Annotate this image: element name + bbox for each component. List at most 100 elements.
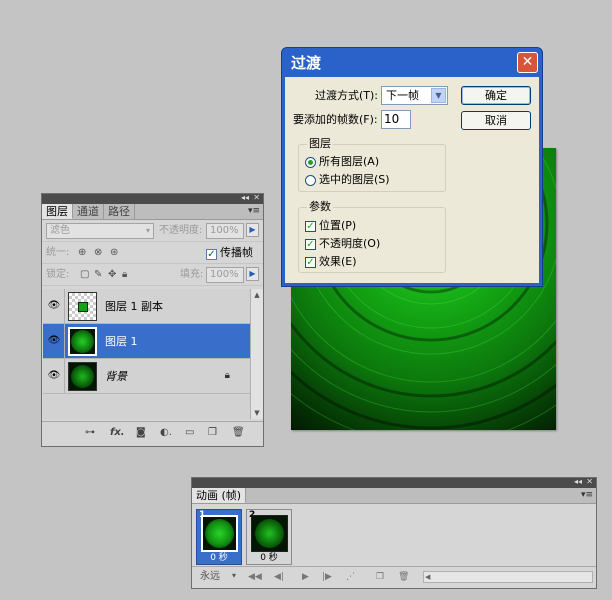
layers-group-title: 图层 <box>307 137 333 151</box>
trash-icon[interactable]: 🗑︎ <box>232 427 245 439</box>
collapse-icon[interactable]: ◂◂ <box>574 477 582 487</box>
dialog-body: 过渡方式(T): 下一帧 ▼ 要添加的帧数(F): 10 确定 取消 图层 所有… <box>285 77 539 283</box>
lock-label: 锁定: <box>46 269 70 280</box>
group-icon[interactable]: ▭ <box>185 427 194 439</box>
panel-title-strip: ◂◂ ✕ <box>42 193 263 204</box>
fill-slider-arrow-icon[interactable]: ▶ <box>246 267 259 281</box>
prev-frame-icon[interactable]: ◀| <box>274 571 284 583</box>
all-layers-label: 所有图层(A) <box>319 155 380 168</box>
duplicate-frame-icon[interactable]: ❐ <box>376 571 384 583</box>
trash-icon[interactable]: 🗑︎ <box>398 571 409 583</box>
cancel-button[interactable]: 取消 <box>461 111 531 130</box>
close-panel-icon[interactable]: ✕ <box>586 477 593 487</box>
position-label: 位置(P) <box>319 219 357 232</box>
loop-select[interactable]: 永远 <box>200 567 220 587</box>
frame-item[interactable]: 2 0 秒 <box>246 509 292 565</box>
position-checkbox[interactable]: ✓ 位置(P) <box>305 219 356 233</box>
unify-visibility-icon[interactable]: ⊗ <box>94 242 102 264</box>
layer-name[interactable]: 背景 <box>105 359 127 394</box>
lock-transparency-icon[interactable]: ▢ <box>80 264 89 286</box>
dialog-title-bar[interactable]: 过渡 ✕ <box>282 48 542 76</box>
ok-button[interactable]: 确定 <box>461 86 531 105</box>
layers-footer: ⊶ fx. ◙ ◐. ▭ ❐ 🗑︎ <box>42 421 263 446</box>
layers-list: 👁︎ 图层 1 副本 👁︎ 图层 1 👁︎ 背景 🔒︎ <box>43 289 250 419</box>
first-frame-icon[interactable]: ◀◀ <box>248 571 262 583</box>
close-panel-icon[interactable]: ✕ <box>253 193 260 203</box>
propagate-checkbox[interactable]: ✓ <box>206 247 217 260</box>
unify-label: 统一: <box>46 247 70 258</box>
adjustment-icon[interactable]: ◐. <box>160 427 172 439</box>
lock-paint-icon[interactable]: ✎ <box>94 264 102 286</box>
collapse-icon[interactable]: ◂◂ <box>241 193 249 203</box>
frames-label: 要添加的帧数(F): <box>293 113 378 126</box>
chevron-down-icon: ▾ <box>232 571 237 580</box>
checkmark-icon: ✓ <box>305 238 316 250</box>
all-layers-radio[interactable]: 所有图层(A) <box>305 155 379 169</box>
lock-icon: 🔒︎ <box>224 370 230 381</box>
params-group: 参数 ✓ 位置(P) ✓ 不透明度(O) ✓ 效果(E) <box>298 200 446 273</box>
eye-icon[interactable]: 👁︎ <box>46 370 62 382</box>
next-frame-icon[interactable]: |▶ <box>322 571 332 583</box>
chevron-down-icon: ▾ <box>145 226 150 235</box>
selected-layers-radio[interactable]: 选中的图层(S) <box>305 173 390 187</box>
layer-thumbnail <box>68 362 97 391</box>
layer-row[interactable]: 👁︎ 背景 🔒︎ <box>43 359 250 394</box>
frames-input[interactable]: 10 <box>381 110 411 129</box>
chevron-down-icon: ▼ <box>431 88 446 103</box>
layer-name[interactable]: 图层 1 <box>105 324 138 359</box>
panel-menu-icon[interactable]: ▾≡ <box>581 488 593 503</box>
eye-icon[interactable]: 👁︎ <box>46 335 62 347</box>
layers-scrollbar[interactable]: ▲ ▼ <box>250 289 263 419</box>
layers-panel: ◂◂ ✕ 图层 通道 路径 ▾≡ 滤色 ▾ 不透明度: 100% ▶ 统一: ⊕… <box>41 193 264 447</box>
fill-label: 填充: <box>180 269 204 280</box>
transition-dialog: 过渡 ✕ 过渡方式(T): 下一帧 ▼ 要添加的帧数(F): 10 确定 取消 … <box>281 47 543 287</box>
transition-label: 过渡方式(T): <box>315 89 379 102</box>
scroll-up-icon[interactable]: ▲ <box>251 289 263 301</box>
animation-tab-bar: 动画 (帧) ▾≡ <box>192 488 596 504</box>
dialog-title: 过渡 <box>291 54 322 72</box>
frame-delay[interactable]: 0 秒 <box>247 552 291 564</box>
frame-item-selected[interactable]: 1 0 秒 <box>196 509 242 565</box>
fill-input[interactable]: 100% <box>206 267 244 283</box>
transition-select[interactable]: 下一帧 ▼ <box>381 86 448 105</box>
opacity-checkbox[interactable]: ✓ 不透明度(O) <box>305 237 380 251</box>
transition-value: 下一帧 <box>386 89 419 102</box>
blend-row: 滤色 ▾ 不透明度: 100% ▶ <box>42 220 263 242</box>
radio-icon <box>305 174 316 186</box>
radio-icon <box>305 156 316 168</box>
mask-icon[interactable]: ◙ <box>136 427 146 439</box>
params-group-title: 参数 <box>307 200 333 214</box>
scroll-down-icon[interactable]: ▼ <box>251 407 263 419</box>
layer-row[interactable]: 👁︎ 图层 1 副本 <box>43 289 250 324</box>
close-icon[interactable]: ✕ <box>517 52 538 73</box>
lock-move-icon[interactable]: ✥ <box>108 264 116 286</box>
panel-menu-icon[interactable]: ▾≡ <box>248 204 260 219</box>
effects-checkbox[interactable]: ✓ 效果(E) <box>305 255 357 269</box>
tab-animation[interactable]: 动画 (帧) <box>192 488 247 503</box>
link-icon[interactable]: ⊶ <box>85 427 95 439</box>
blend-mode-select[interactable]: 滤色 ▾ <box>46 223 154 239</box>
tab-paths[interactable]: 路径 <box>104 204 135 219</box>
effects-label: 效果(E) <box>319 255 357 268</box>
tween-icon[interactable]: ⋰ <box>346 571 355 583</box>
checkmark-icon: ✓ <box>305 256 316 268</box>
divider <box>64 324 65 358</box>
opacity-slider-arrow-icon[interactable]: ▶ <box>246 223 259 237</box>
lock-all-icon[interactable]: 🔒︎ <box>122 264 127 286</box>
layer-row-selected[interactable]: 👁︎ 图层 1 <box>43 324 250 359</box>
layers-tab-bar: 图层 通道 路径 ▾≡ <box>42 204 263 220</box>
layer-name[interactable]: 图层 1 副本 <box>105 289 163 324</box>
frame-delay[interactable]: 0 秒 <box>197 552 241 564</box>
scroll-left-icon[interactable]: ◀ <box>425 572 430 582</box>
new-layer-icon[interactable]: ❐ <box>208 427 217 439</box>
tab-layers[interactable]: 图层 <box>42 204 73 219</box>
eye-icon[interactable]: 👁︎ <box>46 300 62 312</box>
play-icon[interactable]: ▶ <box>302 571 309 583</box>
opacity-input[interactable]: 100% <box>206 223 244 239</box>
frames-scrollbar[interactable]: ◀ <box>423 571 593 583</box>
unify-position-icon[interactable]: ⊕ <box>78 242 86 264</box>
frame-thumbnail <box>251 515 288 552</box>
tab-channels[interactable]: 通道 <box>73 204 104 219</box>
unify-style-icon[interactable]: ⊛ <box>110 242 118 264</box>
fx-icon[interactable]: fx. <box>110 427 125 439</box>
